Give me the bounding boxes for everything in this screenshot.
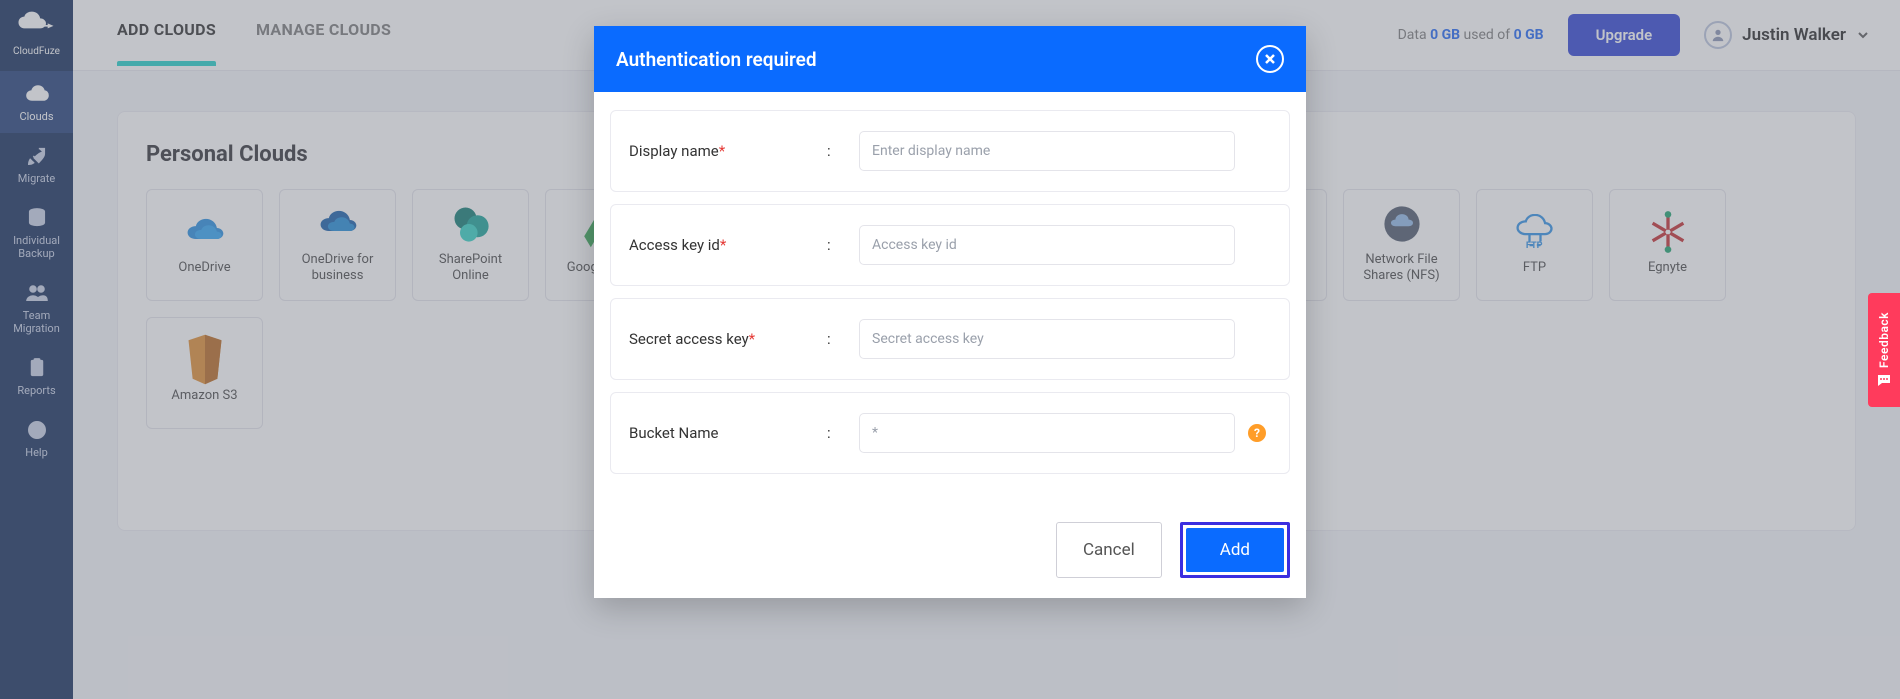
- field-access-key: Access key id* :: [610, 204, 1290, 286]
- chat-icon: [1876, 373, 1892, 387]
- field-label: Secret access key*: [629, 330, 819, 348]
- modal-header: Authentication required: [594, 26, 1306, 92]
- close-icon: [1264, 53, 1276, 65]
- access-key-input[interactable]: [859, 225, 1235, 265]
- field-bucket-name: Bucket Name : ?: [610, 392, 1290, 474]
- secret-key-input[interactable]: [859, 319, 1235, 359]
- add-button-highlight: Add: [1180, 522, 1290, 578]
- cancel-button[interactable]: Cancel: [1056, 522, 1162, 578]
- display-name-input[interactable]: [859, 131, 1235, 171]
- field-display-name: Display name* :: [610, 110, 1290, 192]
- modal-close-button[interactable]: [1256, 45, 1284, 73]
- bucket-help-icon[interactable]: ?: [1248, 424, 1266, 442]
- field-label: Access key id*: [629, 236, 819, 254]
- auth-modal: Authentication required Display name* : …: [594, 26, 1306, 598]
- modal-footer: Cancel Add: [594, 500, 1306, 598]
- modal-title: Authentication required: [616, 48, 817, 71]
- modal-body: Display name* : Access key id* : Secret …: [594, 92, 1306, 500]
- field-label: Display name*: [629, 142, 819, 160]
- feedback-tab[interactable]: Feedback: [1868, 293, 1900, 407]
- field-secret-key: Secret access key* :: [610, 298, 1290, 380]
- field-label: Bucket Name: [629, 424, 819, 442]
- add-button[interactable]: Add: [1186, 528, 1284, 572]
- feedback-label: Feedback: [1877, 312, 1891, 368]
- bucket-name-input[interactable]: [859, 413, 1235, 453]
